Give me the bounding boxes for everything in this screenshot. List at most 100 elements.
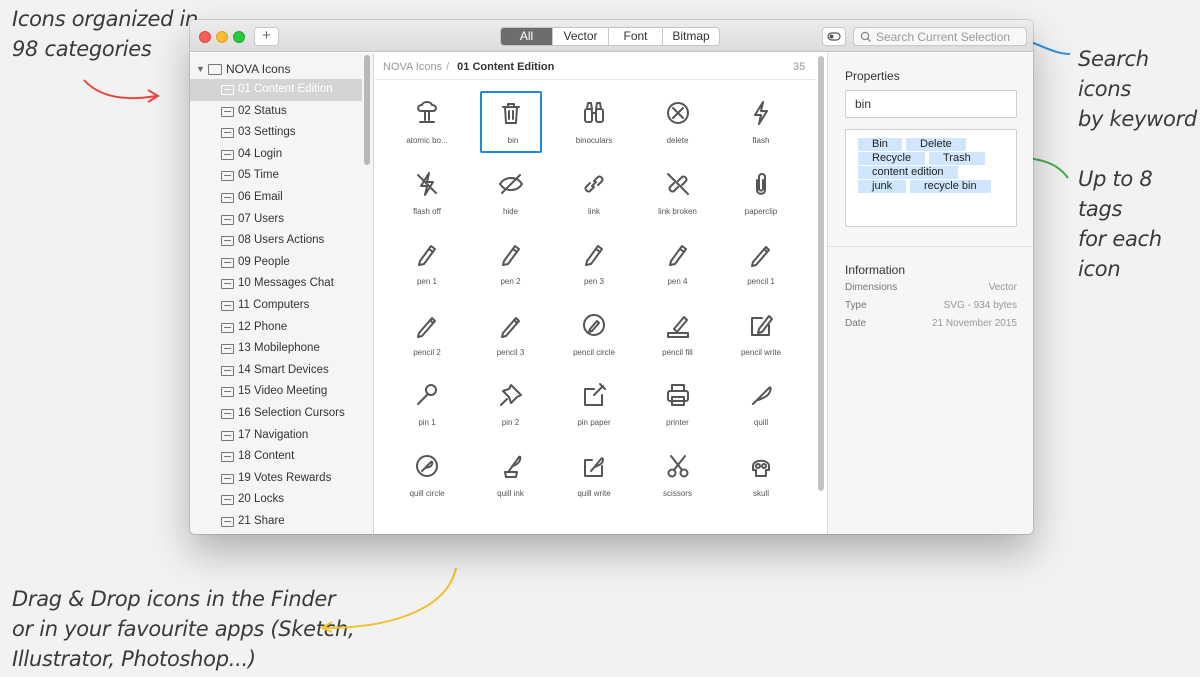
archive-box-icon	[221, 322, 234, 333]
icon-tile[interactable]: atomic bo...	[385, 91, 469, 161]
sidebar-item-label: 02 Status	[238, 104, 287, 117]
sidebar-item[interactable]: 16 Selection Cursors	[190, 403, 362, 425]
add-button[interactable]: +	[254, 27, 279, 46]
icon-tile[interactable]: pen 4	[636, 232, 720, 302]
tag-chip[interactable]: Bin	[858, 138, 902, 151]
tag-chip[interactable]: content edition	[858, 166, 958, 179]
icon-tile-label: pencil write	[740, 347, 781, 357]
info-key: Dimensions	[845, 282, 898, 293]
icon-tile[interactable]: hide	[469, 162, 553, 232]
search-box	[853, 27, 1027, 46]
icon-tile[interactable]: pencil fill	[636, 303, 720, 373]
sidebar-item[interactable]: 02 Status	[190, 101, 362, 123]
icon-tile[interactable]: paperclip	[719, 162, 803, 232]
sidebar-item-label: 03 Settings	[238, 126, 296, 139]
icon-tile[interactable]: scissors	[636, 444, 720, 514]
tag-chip[interactable]: Delete	[906, 138, 966, 151]
tag-chip[interactable]: Recycle	[858, 152, 926, 165]
sidebar-item-label: 21 Share	[238, 514, 285, 527]
toggle-panel-button[interactable]	[822, 27, 846, 46]
filter-font-tab[interactable]: Font	[609, 28, 663, 45]
sidebar-item-label: 09 People	[238, 255, 290, 268]
sidebar-root-nova-icons[interactable]: ▼ NOVA Icons	[190, 59, 362, 79]
sidebar-item[interactable]: 10 Messages Chat	[190, 273, 362, 295]
sidebar-item[interactable]: 18 Content	[190, 446, 362, 468]
sidebar-item[interactable]: 20 Locks	[190, 489, 362, 511]
icon-tile[interactable]: pin 2	[469, 373, 553, 443]
sidebar-item[interactable]: 09 People	[190, 252, 362, 274]
annotation-drag-drop: Drag & Drop icons in the Finder or in yo…	[12, 584, 355, 674]
sidebar-scrollbar[interactable]	[364, 55, 370, 165]
icon-tile[interactable]: pen 3	[552, 232, 636, 302]
icon-tile[interactable]: pencil 2	[385, 303, 469, 373]
icon-tile[interactable]: link	[552, 162, 636, 232]
breadcrumb-root[interactable]: NOVA Icons	[383, 61, 442, 73]
sidebar-root-label: NOVA Icons	[226, 62, 291, 76]
info-row-dimensions: Dimensions Vector	[845, 282, 1017, 298]
zoom-window-button[interactable]	[233, 31, 245, 43]
icon-tile[interactable]: pin 1	[385, 373, 469, 443]
sidebar-item[interactable]: 12 Phone	[190, 317, 362, 339]
link-broken-icon	[666, 172, 689, 195]
filter-vector-tab[interactable]: Vector	[553, 28, 609, 45]
sidebar-item-label: 05 Time	[238, 169, 279, 182]
archive-box-icon	[221, 408, 234, 419]
sidebar-item[interactable]: 01 Content Edition	[190, 79, 362, 101]
sidebar-item[interactable]: 11 Computers	[190, 295, 362, 317]
content-scrollbar[interactable]	[818, 56, 824, 491]
icon-tile[interactable]: pencil circle	[552, 303, 636, 373]
info-key: Type	[845, 300, 867, 311]
sidebar-item[interactable]: 15 Video Meeting	[190, 381, 362, 403]
icon-tile[interactable]: quill ink	[469, 444, 553, 514]
archive-box-icon	[221, 495, 234, 506]
icon-tile[interactable]: flash	[719, 91, 803, 161]
icon-tile[interactable]: printer	[636, 373, 720, 443]
icon-tile-label: pencil 2	[413, 347, 441, 357]
icon-tile[interactable]: quill write	[552, 444, 636, 514]
tag-chip[interactable]: Trash	[929, 152, 985, 165]
disclosure-triangle-icon[interactable]: ▼	[196, 59, 205, 79]
icon-tile[interactable]: pen 1	[385, 232, 469, 302]
tag-chip[interactable]: junk	[858, 180, 907, 193]
icon-tile[interactable]: pencil 1	[719, 232, 803, 302]
sidebar-item[interactable]: 14 Smart Devices	[190, 360, 362, 382]
filter-all-tab[interactable]: All	[501, 28, 553, 45]
sidebar-item[interactable]: 04 Login	[190, 144, 362, 166]
sidebar-item[interactable]: 13 Mobilephone	[190, 338, 362, 360]
skull-icon	[752, 459, 770, 477]
close-window-button[interactable]	[199, 31, 211, 43]
archive-box-icon	[221, 85, 234, 95]
minimize-window-button[interactable]	[216, 31, 228, 43]
icon-tile[interactable]: pencil 3	[469, 303, 553, 373]
icon-tile-label: scissors	[663, 489, 692, 498]
filter-bitmap-tab[interactable]: Bitmap	[663, 28, 719, 45]
archive-box-icon	[221, 257, 234, 268]
icon-tile[interactable]: quill	[719, 373, 803, 443]
icon-browser: NOVA Icons / 01 Content Edition 35 atomic …	[375, 53, 827, 534]
icon-tile[interactable]: flash off	[385, 162, 469, 232]
sidebar-item[interactable]: 05 Time	[190, 165, 362, 187]
sidebar-item[interactable]: 08 Users Actions	[190, 230, 362, 252]
tag-chip[interactable]: recycle bin	[910, 180, 991, 193]
icon-name-field[interactable]: bin	[845, 90, 1017, 118]
sidebar-item[interactable]: 19 Votes Rewards	[190, 468, 362, 490]
icon-tile[interactable]: skull	[719, 444, 803, 514]
sidebar-item[interactable]: 07 Users	[190, 209, 362, 231]
icon-tile[interactable]: pin paper	[552, 373, 636, 443]
icon-tile[interactable]: delete	[636, 91, 720, 161]
icon-tile[interactable]: quill circle	[385, 444, 469, 514]
sidebar-item[interactable]: 06 Email	[190, 187, 362, 209]
sidebar-item[interactable]: 17 Navigation	[190, 425, 362, 447]
sidebar-item[interactable]: 03 Settings	[190, 122, 362, 144]
archive-box-icon	[221, 236, 234, 247]
sidebar-item-label: 10 Messages Chat	[238, 277, 334, 290]
icon-tile[interactable]: bin	[480, 91, 542, 153]
search-input[interactable]	[876, 29, 1024, 44]
sidebar-item[interactable]: 21 Share	[190, 511, 362, 533]
icon-tile[interactable]: pen 2	[469, 232, 553, 302]
icon-tile[interactable]: binoculars	[552, 91, 636, 161]
tags-field[interactable]: Bin Delete Recycle Trash content edition…	[845, 129, 1017, 227]
sidebar-item-label: 14 Smart Devices	[238, 363, 329, 376]
icon-tile[interactable]: pencil write	[719, 303, 803, 373]
icon-tile[interactable]: link broken	[636, 162, 720, 232]
